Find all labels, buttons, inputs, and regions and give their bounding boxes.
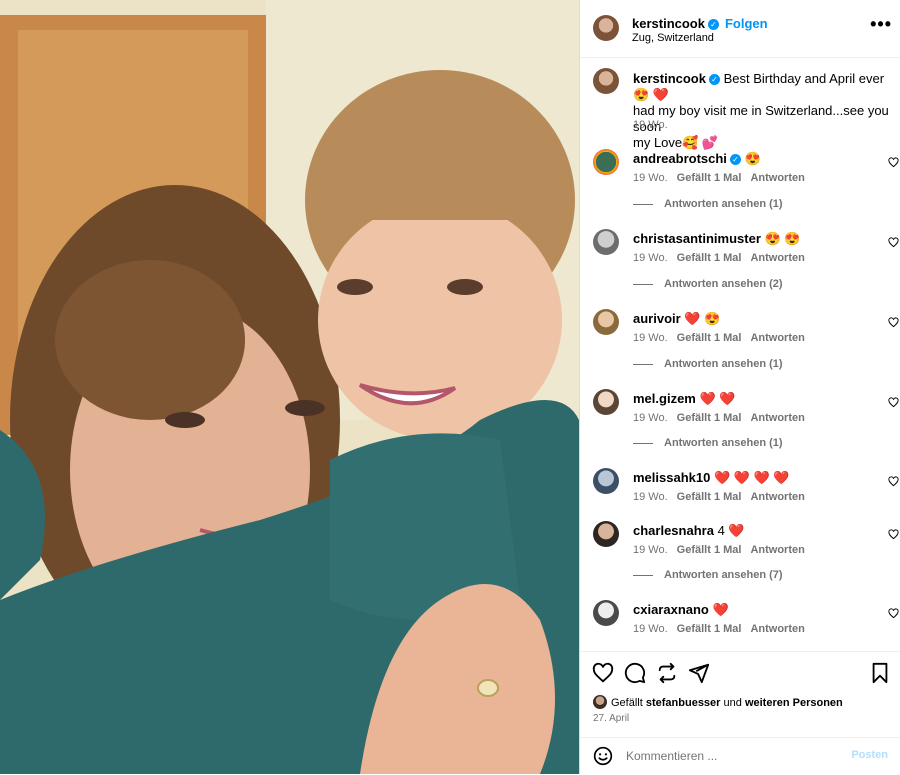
comment-likes[interactable]: Gefällt 1 Mal xyxy=(677,172,742,184)
comment-time: 19 Wo. xyxy=(633,544,668,556)
reply-button[interactable]: Antworten xyxy=(750,172,804,184)
reply-button[interactable]: Antworten xyxy=(750,623,804,635)
follow-button[interactable]: Folgen xyxy=(725,16,768,31)
comment-username[interactable]: aurivoir xyxy=(633,311,681,326)
liked-by-middle: und xyxy=(723,697,742,709)
liked-by-user[interactable]: stefanbuesser xyxy=(646,697,721,709)
caption-username[interactable]: kerstincook xyxy=(633,71,706,86)
comment-like-heart-icon[interactable] xyxy=(888,317,899,328)
reply-button[interactable]: Antworten xyxy=(750,491,804,503)
comment-likes[interactable]: Gefällt 1 Mal xyxy=(677,332,742,344)
comment-time: 19 Wo. xyxy=(633,491,668,503)
liked-by-avatar[interactable] xyxy=(593,695,607,709)
comment-icon[interactable] xyxy=(624,662,646,684)
post-header: kerstincook ✓ Folgen Zug, Switzerland ••• xyxy=(580,0,900,58)
comment-username[interactable]: charlesnahra xyxy=(633,523,714,538)
verified-badge-icon: ✓ xyxy=(707,19,719,30)
view-replies-button[interactable]: Antworten ansehen (7) xyxy=(633,569,783,581)
view-replies-button[interactable]: Antworten ansehen (1) xyxy=(633,198,783,210)
comment-likes[interactable]: Gefällt 1 Mal xyxy=(677,252,742,264)
caption-text: kerstincook ✓ Best Birthday and April eve… xyxy=(633,71,893,151)
view-replies-button[interactable]: Antworten ansehen (1) xyxy=(633,437,783,449)
action-bar xyxy=(580,651,900,692)
comment-time: 19 Wo. xyxy=(633,332,668,344)
like-heart-icon[interactable] xyxy=(592,662,614,684)
comment-text: ❤️ xyxy=(712,602,729,617)
comment-text: ❤️ ❤️ xyxy=(699,391,736,406)
author-avatar[interactable] xyxy=(593,15,619,41)
reply-button[interactable]: Antworten xyxy=(750,252,804,264)
comment-time: 19 Wo. xyxy=(633,412,668,424)
comment-like-heart-icon[interactable] xyxy=(888,529,899,540)
reply-button[interactable]: Antworten xyxy=(750,332,804,344)
verified-badge-icon: ✓ xyxy=(729,154,741,165)
caption-time: 19 Wo. xyxy=(633,119,668,131)
comment-text: 😍 😍 xyxy=(764,231,801,246)
more-options-icon[interactable]: ••• xyxy=(870,14,892,35)
save-bookmark-icon[interactable] xyxy=(869,662,891,684)
reply-button[interactable]: Antworten xyxy=(750,412,804,424)
author-username[interactable]: kerstincook xyxy=(632,16,705,31)
share-icon[interactable] xyxy=(656,662,678,684)
comment-username[interactable]: cxiaraxnano xyxy=(633,602,709,617)
comment-time: 19 Wo. xyxy=(633,252,668,264)
comment-input[interactable] xyxy=(624,748,848,764)
comment-avatar[interactable] xyxy=(593,521,619,547)
comment-like-heart-icon[interactable] xyxy=(888,397,899,408)
verified-badge-icon: ✓ xyxy=(708,74,720,85)
comment-text: ❤️ ❤️ ❤️ ❤️ xyxy=(713,470,790,485)
comment-like-heart-icon[interactable] xyxy=(888,237,899,248)
caption-avatar[interactable] xyxy=(593,68,619,94)
comment-username[interactable]: melissahk10 xyxy=(633,470,710,485)
comment-avatar[interactable] xyxy=(593,600,619,626)
emoji-icon[interactable] xyxy=(593,746,613,766)
author-line: kerstincook ✓ Folgen xyxy=(632,15,768,33)
comment-like-heart-icon[interactable] xyxy=(888,476,899,487)
comment-likes[interactable]: Gefällt 1 Mal xyxy=(677,412,742,424)
comment-likes[interactable]: Gefällt 1 Mal xyxy=(677,544,742,556)
send-icon[interactable] xyxy=(688,662,710,684)
comment-like-heart-icon[interactable] xyxy=(888,608,899,619)
view-replies-button[interactable]: Antworten ansehen (2) xyxy=(633,278,783,290)
comment-likes[interactable]: Gefällt 1 Mal xyxy=(677,491,742,503)
comment-username[interactable]: mel.gizem xyxy=(633,391,696,406)
comment-avatar[interactable] xyxy=(593,149,619,175)
caption-line-2: had my boy visit me in Switzerland...see… xyxy=(633,103,889,134)
comment-time: 19 Wo. xyxy=(633,623,668,635)
post-comment-button[interactable]: Posten xyxy=(851,749,888,761)
liked-by: Gefällt stefanbuesser und weiteren Perso… xyxy=(593,695,843,709)
reply-button[interactable]: Antworten xyxy=(750,544,804,556)
view-replies-button[interactable]: Antworten ansehen (1) xyxy=(633,358,783,370)
comment-composer: Posten xyxy=(580,737,900,775)
comment-avatar[interactable] xyxy=(593,468,619,494)
liked-by-prefix: Gefällt xyxy=(611,697,643,709)
comment-username[interactable]: christasantinimuster xyxy=(633,231,761,246)
comment-like-heart-icon[interactable] xyxy=(888,157,899,168)
comment-time: 19 Wo. xyxy=(633,172,668,184)
comment-text: 😍 xyxy=(744,151,761,166)
comment-avatar[interactable] xyxy=(593,309,619,335)
post-location[interactable]: Zug, Switzerland xyxy=(632,32,714,44)
caption-line-3: my Love🥰 💕 xyxy=(633,135,719,150)
comment-text: ❤️ 😍 xyxy=(684,311,721,326)
comment-avatar[interactable] xyxy=(593,389,619,415)
comment-likes[interactable]: Gefällt 1 Mal xyxy=(677,623,742,635)
post-photo xyxy=(0,0,579,774)
photo-illustration xyxy=(0,0,579,774)
post-date: 27. April xyxy=(593,713,630,724)
comment-text: 4 ❤️ xyxy=(717,523,745,538)
liked-by-others[interactable]: weiteren Personen xyxy=(745,697,843,709)
comment-username[interactable]: andreabrotschi xyxy=(633,151,727,166)
post-sidebar: kerstincook ✓ Folgen Zug, Switzerland ••• … xyxy=(579,0,900,774)
comment-avatar[interactable] xyxy=(593,229,619,255)
